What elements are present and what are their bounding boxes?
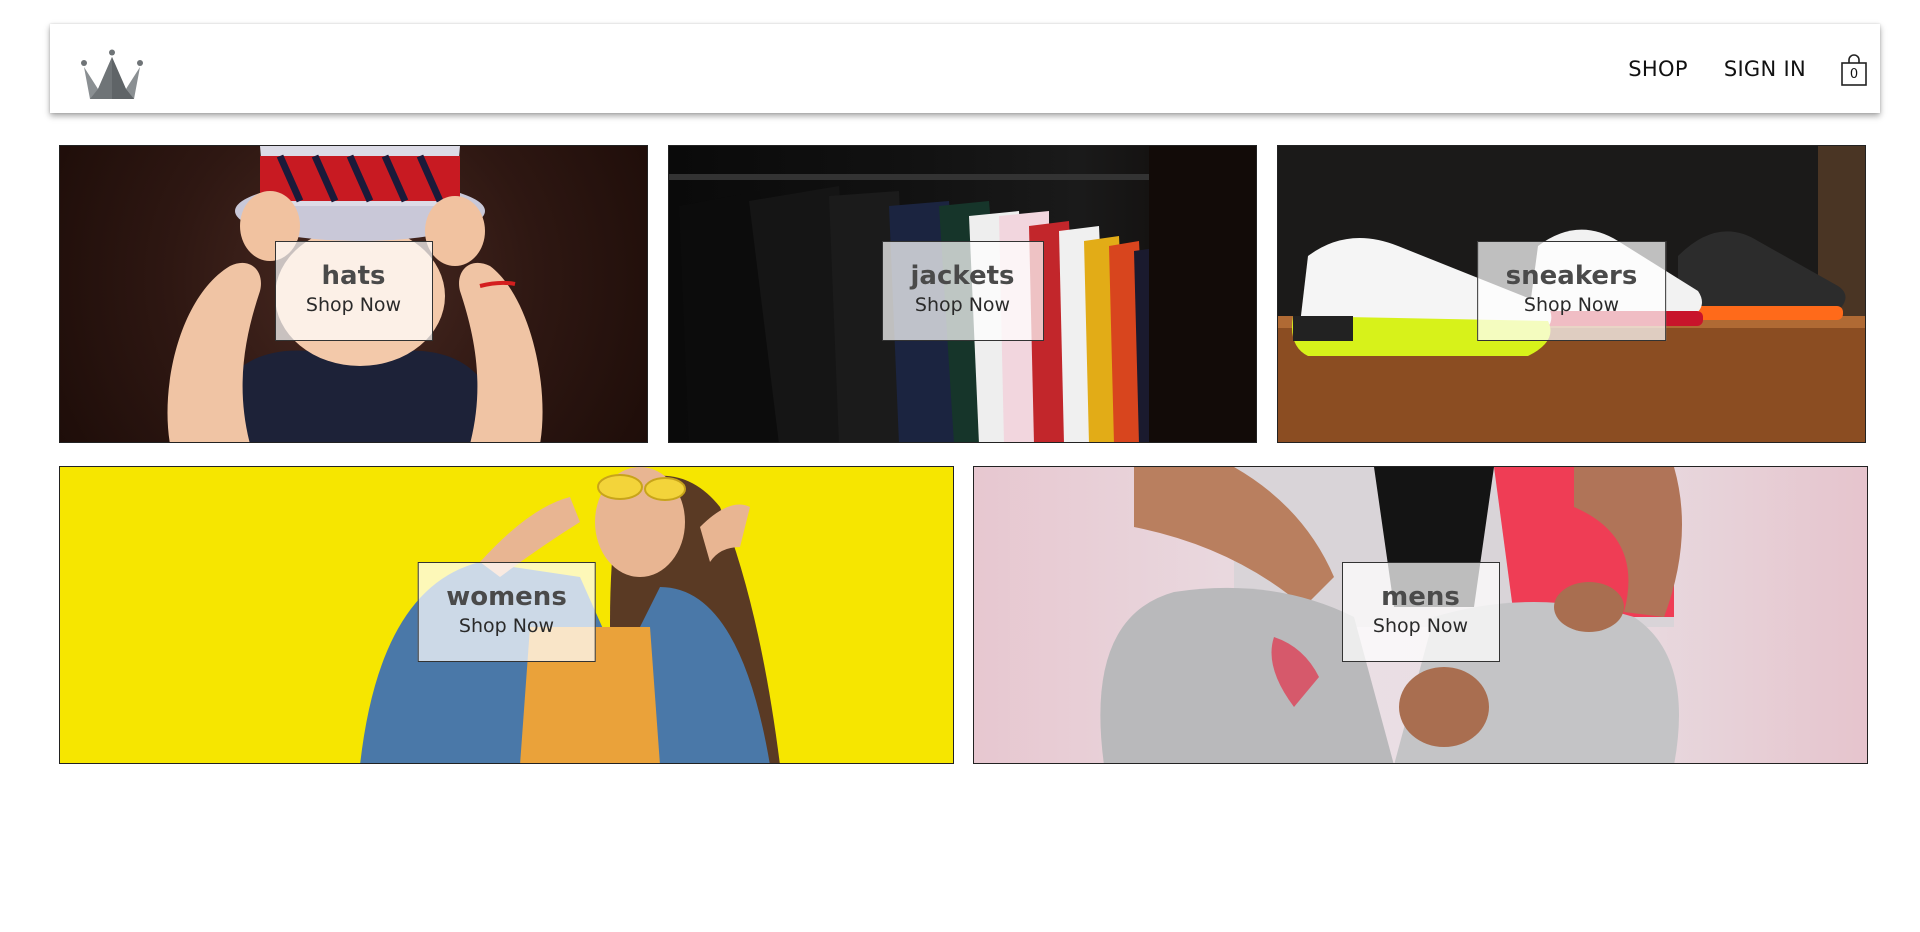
category-label: jackets Shop Now: [881, 241, 1044, 341]
category-tile-jackets[interactable]: jackets Shop Now: [668, 145, 1257, 443]
category-tile-mens[interactable]: mens Shop Now: [973, 466, 1868, 764]
shop-now-link[interactable]: Shop Now: [1371, 613, 1471, 639]
shop-now-link[interactable]: Shop Now: [1506, 292, 1638, 318]
category-title: womens: [446, 582, 567, 612]
shop-now-link[interactable]: Shop Now: [446, 613, 567, 639]
category-title: mens: [1381, 582, 1460, 612]
cart-count: 0: [1849, 66, 1859, 82]
category-label: sneakers Shop Now: [1476, 241, 1667, 341]
category-title: hats: [321, 261, 386, 291]
category-row-2: womens Shop Now mens Shop Now: [59, 466, 1868, 764]
main-nav: SHOP SIGN IN 0: [1628, 24, 1880, 113]
crown-icon[interactable]: [78, 49, 146, 105]
shop-now-link[interactable]: Shop Now: [304, 292, 404, 318]
category-title: jackets: [910, 261, 1015, 291]
category-row-1: hats Shop Now jackets Shop Now sneakers …: [59, 145, 1866, 443]
category-tile-womens[interactable]: womens Shop Now: [59, 466, 954, 764]
category-label: womens Shop Now: [417, 562, 596, 662]
category-tile-sneakers[interactable]: sneakers Shop Now: [1277, 145, 1866, 443]
nav-sign-in-link[interactable]: SIGN IN: [1724, 57, 1806, 81]
category-title: sneakers: [1505, 261, 1638, 291]
nav-shop-link[interactable]: SHOP: [1628, 57, 1688, 81]
site-header: SHOP SIGN IN 0: [50, 24, 1880, 113]
category-label: mens Shop Now: [1341, 562, 1500, 662]
page: SHOP SIGN IN 0 hats Shop Now jackets Sho…: [0, 0, 1920, 932]
cart-button[interactable]: 0: [1840, 53, 1868, 87]
category-tile-hats[interactable]: hats Shop Now: [59, 145, 648, 443]
category-label: hats Shop Now: [274, 241, 433, 341]
shop-now-link[interactable]: Shop Now: [911, 292, 1015, 318]
